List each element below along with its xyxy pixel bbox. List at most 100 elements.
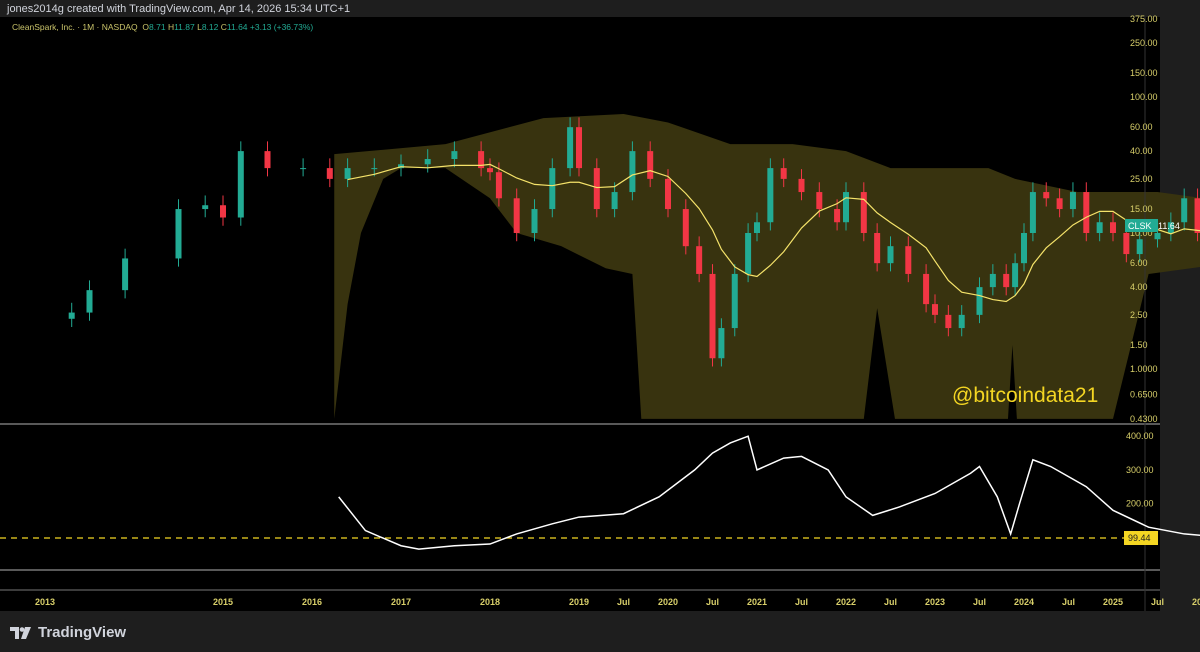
candle-body [1154, 233, 1161, 240]
time-tick: 2026 [1192, 597, 1200, 607]
price-tick: 100.00 [1130, 92, 1158, 102]
candle-body [495, 172, 502, 199]
candle-body [976, 287, 983, 315]
candle-body [424, 159, 431, 165]
candle-body [745, 233, 752, 274]
ref-value-label: 99.44 [1124, 531, 1158, 545]
price-tick: 40.00 [1130, 146, 1153, 156]
close-value: 11.64 [226, 22, 248, 32]
candle-body [731, 273, 738, 329]
candle-body [834, 209, 841, 223]
last-price: 11.64 [1158, 221, 1180, 231]
candle-body [989, 273, 996, 288]
indicator-tick: 300.00 [1126, 465, 1154, 475]
candle-body [531, 209, 538, 233]
time-tick: 2022 [836, 597, 856, 607]
candle-body [549, 168, 556, 210]
open-value: 8.71 [149, 22, 166, 32]
price-tick: 25.00 [1130, 174, 1153, 184]
candle-body [1083, 192, 1090, 233]
candle-body [887, 246, 894, 264]
time-tick: Jul [617, 597, 630, 607]
indicator-axis: 400.00 300.00 200.00 [1126, 431, 1154, 508]
candle-body [122, 258, 129, 291]
candle-body [1003, 273, 1010, 288]
candle-body [1123, 233, 1130, 255]
candle-body [1012, 263, 1019, 288]
candle-body [1136, 239, 1143, 255]
time-tick: 2016 [302, 597, 322, 607]
price-tick: 150.00 [1130, 68, 1158, 78]
time-tick: 2018 [480, 597, 500, 607]
candle-body [220, 205, 226, 218]
time-tick: Jul [973, 597, 986, 607]
candle-body [371, 168, 378, 170]
candle-body [237, 151, 244, 218]
candle-body [798, 178, 805, 193]
last-price-label[interactable]: CLSK 11.64 [1125, 219, 1180, 232]
candle-body [1043, 192, 1050, 199]
price-tick: 60.00 [1130, 122, 1153, 132]
price-tick: 1.50 [1130, 340, 1148, 350]
time-tick: Jul [706, 597, 719, 607]
candle-body [576, 127, 582, 169]
candle-body [611, 192, 618, 210]
time-tick: 2021 [747, 597, 767, 607]
price-tick: 0.6500 [1130, 389, 1158, 399]
time-tick: 2024 [1014, 597, 1034, 607]
candle-body [923, 273, 930, 305]
candle-body [860, 192, 867, 233]
candle-body [932, 304, 938, 315]
candle-body [567, 127, 574, 169]
time-tick: 2025 [1103, 597, 1123, 607]
band-area [334, 113, 1200, 419]
time-tick: 2020 [658, 597, 678, 607]
candle-body [905, 246, 912, 274]
candle-body [958, 314, 965, 329]
candle-body [754, 222, 760, 233]
candle-body [767, 168, 774, 223]
brand-name: TradingView [38, 624, 127, 641]
candle-body [326, 168, 333, 179]
candle-body [1056, 198, 1063, 210]
chart-svg[interactable]: 375.00 250.00 150.00 100.00 60.00 40.00 25.00 1… [0, 0, 1200, 652]
change-value: +3.13 (+36.73%) [249, 22, 314, 32]
candle-body [945, 314, 952, 329]
time-tick: 2017 [391, 597, 411, 607]
indicator-tick: 200.00 [1126, 499, 1154, 509]
price-tick: 2.50 [1130, 310, 1148, 320]
candle-body [1181, 198, 1188, 223]
candle-body [175, 209, 182, 259]
candle-body [709, 273, 716, 359]
candle-body [202, 205, 209, 210]
price-tick: 6.00 [1130, 258, 1148, 268]
candle-body [874, 233, 881, 264]
candle-body [718, 328, 725, 359]
time-axis: 2013 2015 2016 2017 2018 2019 Jul 2020 Jul 2021 Ju… [35, 597, 1200, 607]
candle-body [1069, 192, 1076, 210]
candle-body [843, 192, 849, 223]
price-tick: 15.00 [1130, 204, 1153, 214]
watermark-text: @bitcoindata21 [952, 384, 1099, 407]
candle-body [451, 151, 458, 160]
candle-body [300, 168, 307, 170]
ref-value: 99.44 [1128, 533, 1151, 543]
tradingview-logo[interactable]: TradingView [10, 624, 126, 641]
candle-body [487, 168, 493, 173]
price-tick: 1.0000 [1130, 364, 1158, 374]
candle-body [1110, 222, 1116, 233]
candle-body [816, 192, 823, 210]
candle-body [696, 246, 703, 274]
candle-body [682, 209, 689, 247]
legend-title: CleanSpark, Inc. · 1M · NASDAQ [12, 22, 138, 32]
time-tick: Jul [795, 597, 808, 607]
price-tick: 0.4300 [1130, 414, 1158, 424]
candle-body [264, 151, 271, 169]
tradingview-logo-icon [10, 626, 31, 639]
indicator-line [338, 435, 1200, 550]
time-tick: Jul [1062, 597, 1075, 607]
candle-body [665, 178, 671, 210]
price-tick: 4.00 [1130, 282, 1148, 292]
price-tick: 375.00 [1130, 14, 1158, 24]
time-tick: 2013 [35, 597, 55, 607]
